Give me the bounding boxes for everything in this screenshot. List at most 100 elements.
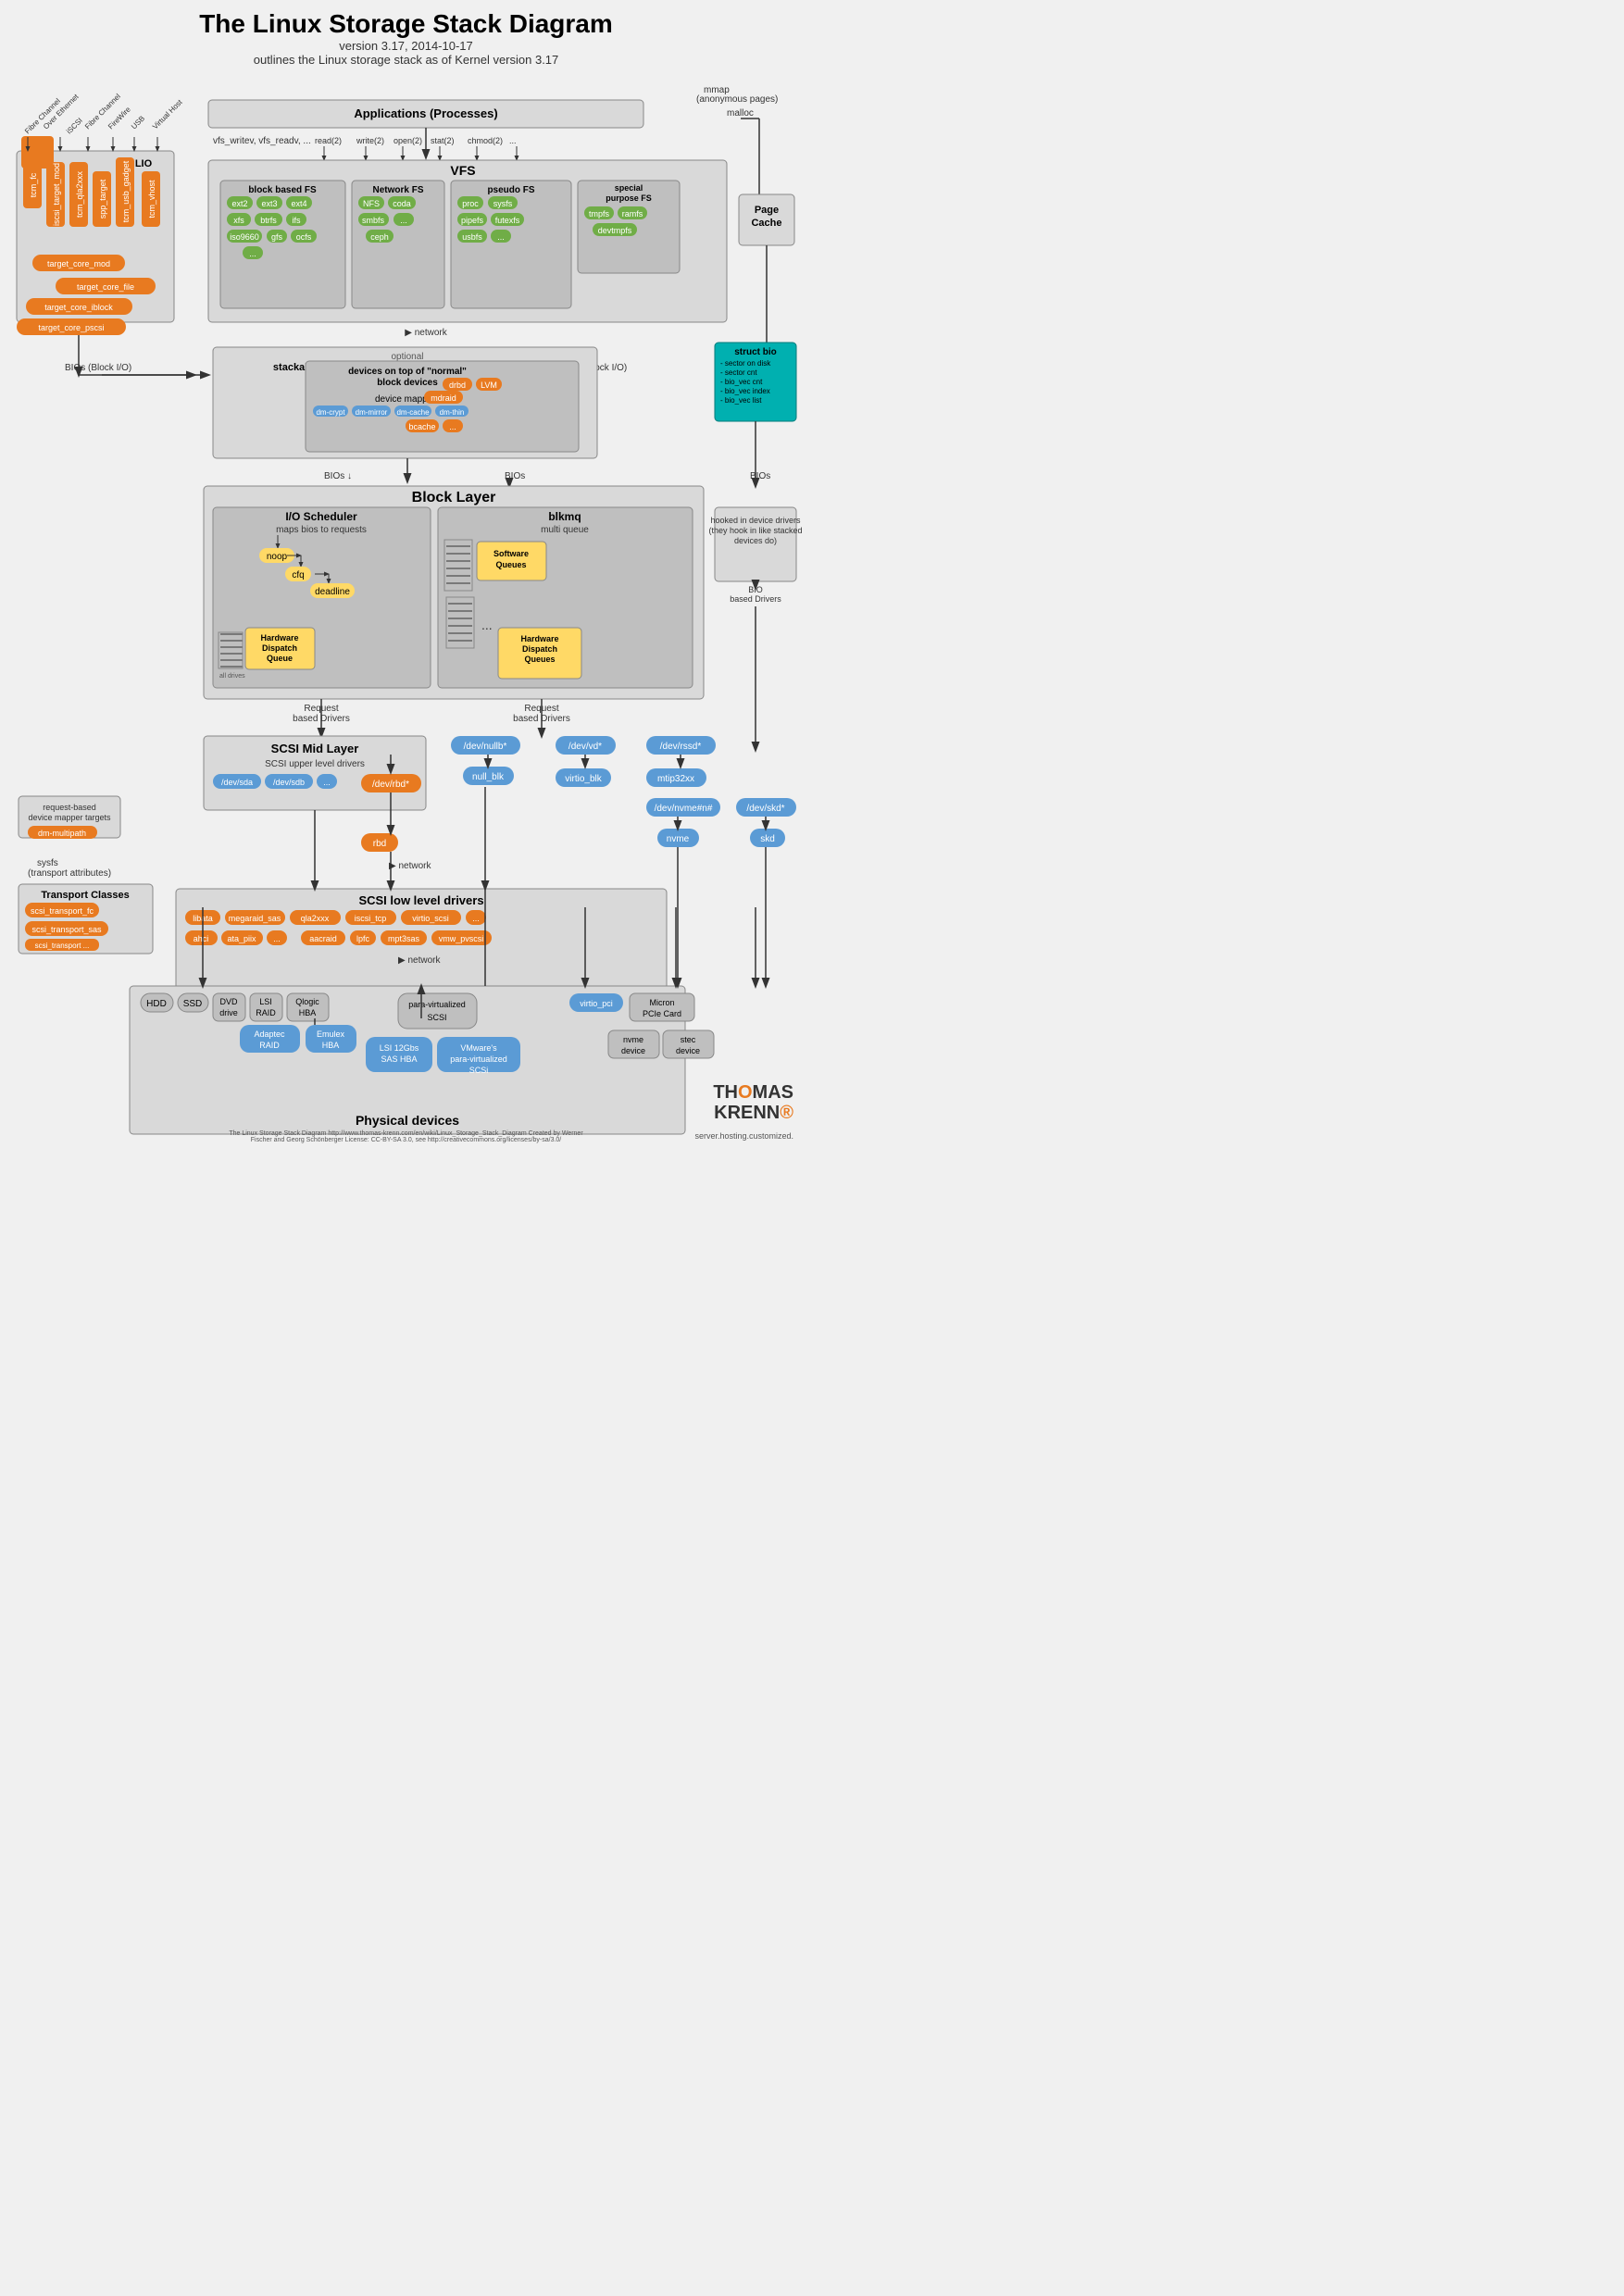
- svg-text:Physical devices: Physical devices: [356, 1113, 459, 1128]
- svg-text:pipefs: pipefs: [461, 216, 484, 225]
- svg-text:devices on top of "normal": devices on top of "normal": [348, 367, 467, 377]
- svg-text:Qlogic: Qlogic: [295, 997, 319, 1006]
- svg-text:Transport Classes: Transport Classes: [41, 890, 129, 901]
- svg-text:LIO: LIO: [135, 158, 153, 169]
- svg-text:device mapper targets: device mapper targets: [28, 813, 111, 822]
- svg-text:drbd: drbd: [449, 381, 466, 390]
- svg-text:struct bio: struct bio: [734, 347, 777, 357]
- svg-text:LSI 12Gbs: LSI 12Gbs: [380, 1043, 419, 1053]
- svg-text:BIO: BIO: [748, 585, 763, 594]
- version-label: version 3.17, 2014-10-17: [9, 39, 803, 53]
- svg-text:bcache: bcache: [408, 422, 435, 431]
- svg-text:...: ...: [472, 914, 480, 923]
- svg-text:Queues: Queues: [495, 560, 526, 569]
- svg-text:ahci: ahci: [194, 934, 209, 943]
- svg-text:HBA: HBA: [299, 1008, 317, 1017]
- svg-text:Cache: Cache: [751, 218, 781, 229]
- svg-text:BIOs ↓: BIOs ↓: [324, 471, 352, 481]
- svg-text:write(2): write(2): [356, 136, 384, 145]
- svg-text:virtio_scsi: virtio_scsi: [412, 914, 449, 923]
- svg-text:proc: proc: [462, 199, 479, 208]
- svg-text:Virtual Host: Virtual Host: [151, 97, 184, 131]
- svg-text:iSCSI: iSCSI: [65, 117, 84, 136]
- svg-text:deadline: deadline: [315, 587, 350, 597]
- svg-text:- sector on disk: - sector on disk: [720, 359, 771, 368]
- svg-text:lpfc: lpfc: [356, 934, 370, 943]
- footer-credits: The Linux Storage Stack Diagram http://w…: [221, 1130, 592, 1143]
- svg-text:(they hook in like stacked: (they hook in like stacked: [708, 526, 802, 535]
- svg-text:target_core_iblock: target_core_iblock: [44, 303, 113, 312]
- svg-text:VFS: VFS: [450, 163, 475, 178]
- svg-text:Page: Page: [755, 205, 779, 216]
- svg-text:HBA: HBA: [322, 1041, 340, 1050]
- svg-text:/dev/sda: /dev/sda: [221, 778, 253, 787]
- svg-text:megaraid_sas: megaraid_sas: [229, 914, 281, 923]
- svg-text:xfs: xfs: [233, 216, 244, 225]
- svg-text:pseudo FS: pseudo FS: [487, 185, 534, 195]
- svg-text:ceph: ceph: [370, 232, 389, 242]
- svg-text:blkmq: blkmq: [548, 510, 581, 523]
- svg-text:sysfs: sysfs: [37, 858, 58, 868]
- svg-text:device: device: [676, 1046, 700, 1055]
- svg-text:mdraid: mdraid: [431, 393, 456, 403]
- svg-text:DVD: DVD: [219, 997, 238, 1006]
- svg-text:Software: Software: [493, 549, 529, 558]
- svg-text:smbfs: smbfs: [362, 216, 385, 225]
- svg-text:Over Ethernet: Over Ethernet: [42, 92, 81, 131]
- svg-text:Dispatch: Dispatch: [262, 643, 297, 653]
- svg-text:sysfs: sysfs: [493, 199, 513, 208]
- svg-text:nvme: nvme: [623, 1035, 643, 1044]
- svg-text:virtio_blk: virtio_blk: [565, 774, 602, 784]
- svg-text:scsi_transport_fc: scsi_transport_fc: [31, 906, 94, 916]
- svg-text:SCSI upper level drivers: SCSI upper level drivers: [265, 759, 365, 769]
- svg-text:futexfs: futexfs: [495, 216, 520, 225]
- svg-text:SSD: SSD: [183, 999, 203, 1009]
- svg-text:block devices: block devices: [377, 378, 438, 388]
- svg-text:chmod(2): chmod(2): [468, 136, 503, 145]
- svg-text:tmpfs: tmpfs: [589, 209, 610, 218]
- footer-logo: THOMAS KRENN® server.hosting.customized.: [694, 1082, 793, 1143]
- svg-text:HDD: HDD: [146, 999, 167, 1009]
- svg-text:Adaptec: Adaptec: [254, 1029, 285, 1039]
- svg-text:SCSi: SCSi: [469, 1066, 489, 1075]
- svg-text:dm-mirror: dm-mirror: [356, 408, 388, 417]
- svg-text:scsi_transport ...: scsi_transport ...: [35, 942, 90, 950]
- svg-text:all drives: all drives: [219, 673, 245, 680]
- svg-text:rbd: rbd: [373, 839, 386, 849]
- page-title: The Linux Storage Stack Diagram: [9, 9, 803, 39]
- svg-text:ext3: ext3: [261, 199, 277, 208]
- svg-text:malloc: malloc: [727, 108, 754, 119]
- svg-text:based Drivers: based Drivers: [293, 714, 350, 724]
- svg-text:qla2xxx: qla2xxx: [301, 914, 330, 923]
- svg-text:...: ...: [323, 778, 331, 787]
- svg-text:dm-multipath: dm-multipath: [38, 829, 86, 838]
- svg-text:SCSI low level drivers: SCSI low level drivers: [358, 893, 483, 907]
- svg-text:iscsi_target_mod: iscsi_target_mod: [52, 163, 61, 226]
- svg-text:- bio_vec index: - bio_vec index: [720, 387, 770, 395]
- svg-text:(O_DIRECT): (O_DIRECT): [33, 237, 86, 247]
- svg-text:mmap: mmap: [704, 85, 730, 95]
- svg-text:- bio_vec cnt: - bio_vec cnt: [720, 378, 763, 386]
- svg-text:block based FS: block based FS: [248, 185, 317, 195]
- svg-text:PCIe Card: PCIe Card: [643, 1009, 681, 1018]
- svg-text:...: ...: [449, 422, 456, 431]
- svg-text:Micron: Micron: [649, 998, 674, 1007]
- svg-text:tcm_vhost: tcm_vhost: [147, 180, 156, 218]
- svg-text:...: ...: [497, 232, 505, 242]
- svg-text:/dev/rbd*: /dev/rbd*: [372, 780, 409, 790]
- svg-text:based Drivers: based Drivers: [513, 714, 570, 724]
- svg-text:usbfs: usbfs: [462, 232, 482, 242]
- svg-text:BIOs (Block I/O): BIOs (Block I/O): [65, 363, 131, 373]
- svg-text:tcm_usb_gadget: tcm_usb_gadget: [121, 160, 131, 222]
- svg-text:(transport attributes): (transport attributes): [28, 868, 111, 879]
- svg-text:...: ...: [509, 136, 517, 145]
- svg-text:maps bios to requests: maps bios to requests: [276, 525, 367, 535]
- svg-text:Queues: Queues: [524, 655, 555, 664]
- svg-text:Hardware: Hardware: [260, 633, 298, 643]
- svg-text:hooked in device drivers: hooked in device drivers: [710, 516, 801, 525]
- svg-text:virtio_pci: virtio_pci: [580, 999, 613, 1008]
- svg-text:/dev/skd*: /dev/skd*: [746, 804, 784, 814]
- svg-text:dm-cache: dm-cache: [396, 408, 430, 417]
- svg-text:Dispatch: Dispatch: [522, 644, 557, 654]
- svg-text:ext2: ext2: [231, 199, 247, 208]
